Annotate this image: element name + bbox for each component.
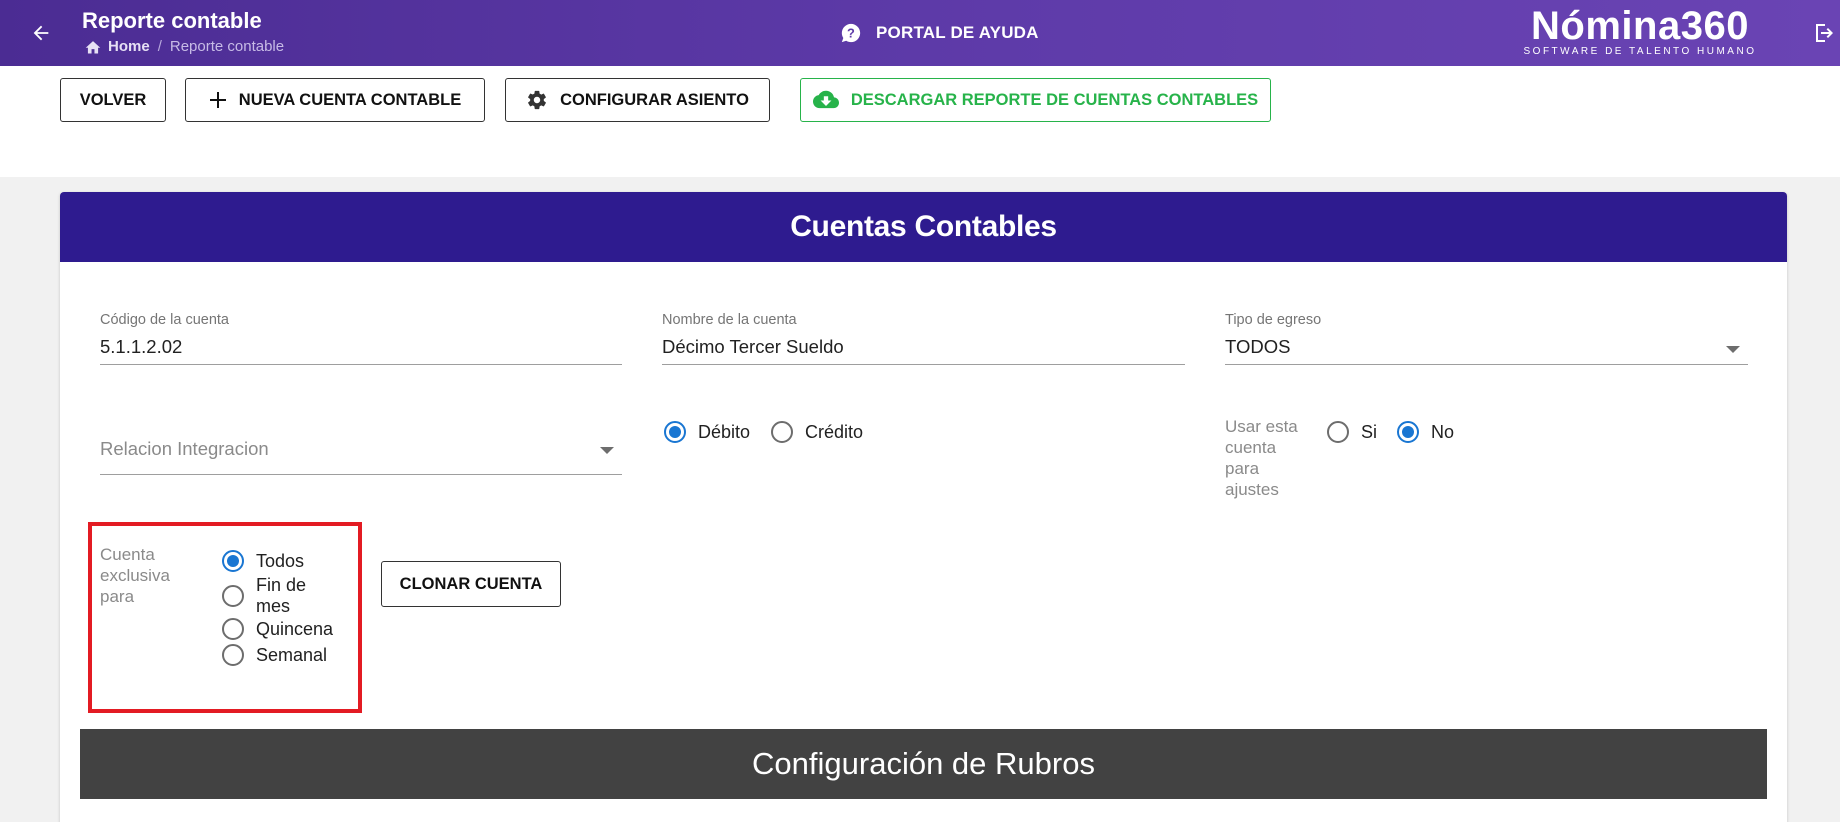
back-button-label: VOLVER xyxy=(79,90,147,109)
logout-icon[interactable] xyxy=(1812,20,1836,46)
breadcrumb: Home / Reporte contable xyxy=(84,38,284,55)
svg-text:?: ? xyxy=(847,26,855,41)
configure-entry-label: CONFIGURAR ASIENTO xyxy=(560,90,749,109)
card-title: Cuentas Contables xyxy=(60,192,1787,262)
logo-name: Nómina360 xyxy=(1531,4,1749,48)
new-account-label: NUEVA CUENTA CONTABLE xyxy=(238,90,462,109)
integration-underline xyxy=(100,474,622,475)
expense-type-label: Tipo de egreso xyxy=(1225,312,1322,328)
radio-adjust-no-ring xyxy=(1397,421,1419,443)
back-button[interactable]: VOLVER xyxy=(60,78,166,122)
gear-icon xyxy=(528,90,546,110)
home-icon xyxy=(85,40,101,54)
radio-adjust-no-label: No xyxy=(1431,421,1455,442)
radio-credit-ring xyxy=(771,421,793,443)
logo-tagline: SOFTWARE DE TALENTO HUMANO xyxy=(1523,46,1757,57)
top-app-bar: Reporte contable Home / Reporte contable… xyxy=(0,0,1840,66)
radio-adjust-no[interactable]: No xyxy=(1397,421,1454,443)
rubros-section-title: Configuración de Rubros xyxy=(80,729,1767,799)
action-bar: VOLVER NUEVA CUENTA CONTABLE CONFIGURAR … xyxy=(0,66,1840,177)
breadcrumb-home-label: Home xyxy=(108,38,150,55)
breadcrumb-separator: / xyxy=(157,38,162,55)
adjust-label-line: Usar esta xyxy=(1225,417,1298,436)
adjust-label: Usar esta cuenta para ajustes xyxy=(1225,416,1305,500)
breadcrumb-home[interactable]: Home xyxy=(84,38,150,55)
account-name-field[interactable]: Nombre de la cuenta Décimo Tercer Sueldo xyxy=(662,312,1185,365)
adjust-label-line: para xyxy=(1225,459,1260,478)
radio-debit[interactable]: Débito xyxy=(664,421,750,443)
account-code-underline xyxy=(100,364,622,365)
new-account-button[interactable]: NUEVA CUENTA CONTABLE xyxy=(185,78,485,122)
expense-type-underline xyxy=(1225,364,1748,365)
cloud-download-icon xyxy=(812,90,839,109)
radio-debit-ring xyxy=(664,421,686,443)
configure-entry-button[interactable]: CONFIGURAR ASIENTO xyxy=(505,78,770,122)
expense-type-select[interactable]: Tipo de egreso TODOS xyxy=(1225,312,1748,365)
download-report-button[interactable]: DESCARGAR REPORTE DE CUENTAS CONTABLES xyxy=(800,78,1271,122)
account-code-value: 5.1.1.2.02 xyxy=(100,336,183,357)
radio-debit-label: Débito xyxy=(698,421,751,442)
expense-type-value: TODOS xyxy=(1225,336,1291,357)
back-arrow-icon[interactable] xyxy=(28,20,54,46)
account-name-value: Décimo Tercer Sueldo xyxy=(662,336,844,357)
adjust-label-line: cuenta xyxy=(1225,438,1277,457)
brand-logo: Nómina360 SOFTWARE DE TALENTO HUMANO xyxy=(1520,4,1760,57)
integration-placeholder: Relacion Integracion xyxy=(100,438,269,459)
radio-adjust-yes-label: Si xyxy=(1361,421,1378,442)
help-portal-link[interactable]: ? PORTAL DE AYUDA xyxy=(840,22,1039,44)
radio-credit-label: Crédito xyxy=(805,421,864,442)
breadcrumb-current: Reporte contable xyxy=(169,38,285,55)
help-label: PORTAL DE AYUDA xyxy=(876,23,1039,42)
adjust-label-line: ajustes xyxy=(1225,480,1279,499)
help-icon: ? xyxy=(841,23,861,43)
accounts-card: Cuentas Contables Código de la cuenta 5.… xyxy=(60,192,1787,822)
clone-account-label: CLONAR CUENTA xyxy=(399,574,543,593)
radio-adjust-yes-ring xyxy=(1327,421,1349,443)
radio-credit[interactable]: Crédito xyxy=(771,421,863,443)
account-code-label: Código de la cuenta xyxy=(100,312,229,328)
download-report-label: DESCARGAR REPORTE DE CUENTAS CONTABLES xyxy=(850,90,1259,109)
account-code-field[interactable]: Código de la cuenta 5.1.1.2.02 xyxy=(100,312,622,365)
page-title: Reporte contable xyxy=(82,8,262,33)
chevron-down-icon xyxy=(1726,346,1740,353)
clone-account-button[interactable]: CLONAR CUENTA xyxy=(381,561,561,607)
rubros-section-body xyxy=(80,799,1767,822)
radio-adjust-yes[interactable]: Si xyxy=(1327,421,1377,443)
highlight-box xyxy=(88,522,362,713)
account-name-underline xyxy=(662,364,1185,365)
plus-icon xyxy=(209,92,226,108)
account-name-label: Nombre de la cuenta xyxy=(662,312,797,328)
integration-select[interactable]: Relacion Integracion xyxy=(100,438,622,475)
chevron-down-icon xyxy=(600,447,614,454)
